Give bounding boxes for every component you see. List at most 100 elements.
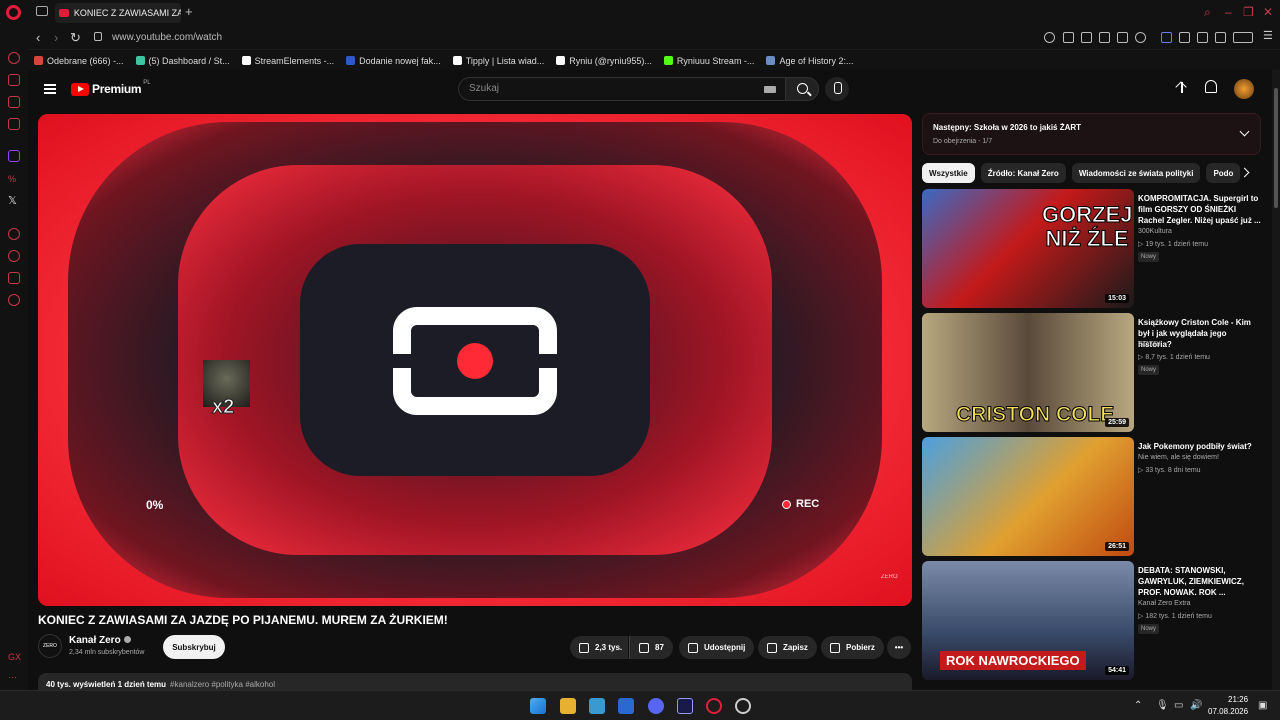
premiere-pro-icon[interactable] [677,698,693,714]
download-icon[interactable] [1215,32,1226,43]
playlist-panel[interactable]: Następny: Szkoła w 2026 to jakiś ŻART Do… [922,113,1261,155]
back-button[interactable]: ‹ [36,30,40,45]
search-tabs-icon[interactable]: ⌕ [1204,5,1211,20]
user-avatar[interactable] [1234,79,1254,99]
file-explorer-icon[interactable] [560,698,576,714]
clock[interactable]: 21:26 07.08.2026 [1208,694,1248,718]
forward-button[interactable]: › [54,30,58,45]
bookmark-item[interactable]: Tipply | Lista wiad... [452,56,544,66]
tab-overview-icon[interactable] [36,6,48,16]
chip-similar[interactable]: Podo [1206,163,1241,183]
recommendation-channel[interactable]: Kanał Zero Extra [1138,600,1191,607]
microphone-icon[interactable]: 🎙 [1156,700,1169,711]
recommendation-title[interactable]: Jak Pokemony podbiły świat? [1138,441,1262,452]
page-scrollbar[interactable] [1272,70,1280,690]
snapshot-icon[interactable] [1081,32,1092,43]
extension-icon[interactable] [1161,32,1172,43]
send-icon[interactable] [1117,32,1128,43]
bookmark-item[interactable]: Age of History 2:... [766,56,853,66]
like-button[interactable]: 2,3 tys. [570,636,629,659]
sidebar-more-icon[interactable]: ··· [8,672,17,682]
description-box[interactable]: 40 tys. wyświetleń 1 dzień temu #kanalzer… [38,673,912,690]
search-input[interactable] [469,83,749,94]
sidebar-x-icon[interactable]: 𝕏 [8,194,17,207]
recommendation-channel[interactable]: GOTRI [1138,341,1160,348]
save-button[interactable]: Zapisz [758,636,817,659]
sidebar-bag-icon[interactable] [8,74,20,86]
network-icon[interactable]: ▭ [1174,700,1183,711]
sidebar-clock-icon[interactable] [8,250,20,262]
bookmark-item[interactable]: Dodanie nowej fak... [346,56,441,66]
subscribe-button[interactable]: Subskrybuj [163,635,225,659]
recommendation-item[interactable]: 26:51 Jak Pokemony podbiły świat? Nie wi… [922,437,1262,557]
notifications-bell-icon[interactable] [1205,80,1217,93]
wallet-icon[interactable] [1197,32,1208,43]
scrollbar-thumb[interactable] [1274,88,1278,208]
sidebar-gmail-icon[interactable] [8,118,20,130]
video-thumbnail[interactable]: CRISTON COLE 25:59 [922,313,1134,432]
bookmark-item[interactable]: StreamElements -... [241,56,334,66]
more-actions-button[interactable]: ••• [887,636,911,659]
bookmark-item[interactable]: Ryniuuu Stream -... [663,56,754,66]
sidebar-speed-dial-icon[interactable] [8,52,20,64]
recommendation-item[interactable]: GORZEJ NIŻ ŹLE 15:03 KOMPROMITACJA. Supe… [922,189,1262,309]
sidebar-percent-icon[interactable]: % [8,174,16,184]
sidebar-twitch-icon[interactable] [8,150,20,162]
video-thumbnail[interactable]: GORZEJ NIŻ ŹLE 15:03 [922,189,1134,308]
sidebar-history-icon[interactable] [8,228,20,240]
chip-politics[interactable]: Wiadomości ze świata polityki [1071,163,1201,183]
menu-icon[interactable]: ☰ [1263,29,1274,42]
recommendation-item[interactable]: CRISTON COLE 25:59 Książkowy Criston Col… [922,313,1262,433]
download-button[interactable]: Pobierz [821,636,884,659]
discord-icon[interactable] [648,698,664,714]
opera-menu-icon[interactable] [6,5,21,20]
remote-desktop-icon[interactable] [589,698,605,714]
bookmark-item[interactable]: Odebrane (666) -... [34,56,124,66]
recommendation-item[interactable]: ROK NAWROCKIEGO 54:41 DEBATA: STANOWSKI,… [922,561,1262,681]
dislike-button[interactable]: 87 [629,636,673,659]
heart-icon[interactable] [1135,32,1146,43]
upload-icon[interactable] [1174,80,1190,96]
menu-icon[interactable] [44,84,56,94]
keyboard-icon[interactable] [764,86,776,93]
ai-icon[interactable] [1233,32,1253,43]
channel-name[interactable]: Kanał Zero [69,635,131,646]
chevron-down-icon[interactable] [1239,126,1250,137]
chip-source[interactable]: Źródło: Kanał Zero [980,163,1066,183]
new-tab-button[interactable]: + [185,4,193,19]
recommendation-channel[interactable]: Nie wiem, ale się dowiem! [1138,454,1219,461]
hashtags[interactable]: #kanalzero #polityka #alkohol [170,680,275,689]
channel-avatar[interactable]: ZERO [38,634,62,658]
shield-icon[interactable] [1099,32,1110,43]
maximize-button[interactable]: ❐ [1243,5,1254,19]
puzzle-icon[interactable] [1179,32,1190,43]
recommendation-channel[interactable]: 300Kultura [1138,228,1172,235]
video-thumbnail[interactable]: 26:51 [922,437,1134,556]
bookmark-item[interactable]: Ryniu (@ryniu955)... [556,56,652,66]
url-field[interactable]: www.youtube.com/watch [112,32,222,43]
recommendation-title[interactable]: DEBATA: STANOWSKI, GAWRYLUK, ZIEMKIEWICZ… [1138,565,1262,598]
notifications-icon[interactable]: ▣ [1258,700,1267,711]
app-icon-2[interactable] [735,698,751,714]
browser-tab-active[interactable]: KONIEC Z ZAWIASAMI ZA ... [55,3,181,23]
bookmark-item[interactable]: (5) Dashboard / St... [135,56,230,66]
sidebar-settings-icon[interactable] [8,294,20,306]
chip-all[interactable]: Wszystkie [922,163,975,183]
sidebar-send-icon[interactable] [8,272,20,284]
video-player[interactable]: 0% REC x2 ZERO [38,114,912,606]
youtube-logo[interactable]: Premium PL [71,80,151,96]
recommendation-title[interactable]: KOMPROMITACJA. Supergirl to film GORSZY … [1138,193,1262,226]
voice-search-button[interactable] [825,77,849,101]
minimize-button[interactable]: – [1225,5,1232,19]
windows-start-icon[interactable] [530,698,546,714]
search-button[interactable] [785,77,819,101]
zoom-icon[interactable] [1044,32,1055,43]
volume-icon[interactable]: 🔊 [1190,700,1202,711]
tray-overflow-icon[interactable]: ⌃ [1134,700,1142,711]
video-thumbnail[interactable]: ROK NAWROCKIEGO 54:41 [922,561,1134,680]
sidebar-messenger-icon[interactable] [8,96,20,108]
reload-button[interactable]: ↻ [70,30,81,46]
share-button[interactable]: Udostępnij [679,636,755,659]
app-icon[interactable] [618,698,634,714]
close-window-button[interactable]: ✕ [1263,5,1273,19]
